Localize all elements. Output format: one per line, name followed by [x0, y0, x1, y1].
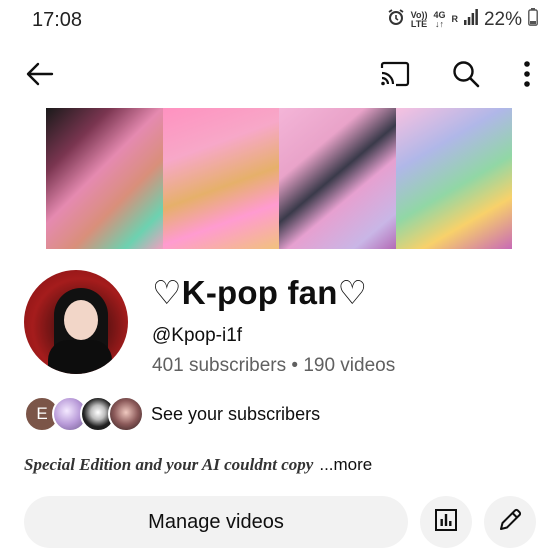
- more-vert-icon[interactable]: [505, 52, 549, 96]
- search-icon[interactable]: [444, 52, 488, 96]
- channel-name: ♡K-pop fan♡: [152, 274, 368, 311]
- cast-icon[interactable]: [373, 52, 417, 96]
- see-subscribers-link[interactable]: See your subscribers: [151, 404, 320, 425]
- battery-percentage: 22%: [483, 8, 522, 30]
- signal-icon: [463, 9, 478, 30]
- channel-handle: @Kpop-i1f: [152, 325, 243, 346]
- banner-photo: [46, 108, 163, 249]
- more-link[interactable]: ...more: [319, 455, 372, 474]
- alarm-icon: [387, 8, 405, 31]
- battery-icon: [528, 8, 538, 31]
- analytics-button[interactable]: [420, 496, 472, 548]
- back-arrow-icon[interactable]: [18, 52, 62, 96]
- edit-button[interactable]: [484, 496, 536, 548]
- avatar-dress: [48, 340, 112, 374]
- avatar-face: [64, 300, 98, 340]
- channel-banner: [46, 108, 512, 249]
- channel-stats: 401 subscribers • 190 videos: [152, 355, 396, 376]
- banner-photo: [395, 108, 512, 249]
- roaming-indicator: R: [451, 14, 458, 24]
- analytics-icon: [434, 508, 458, 537]
- channel-avatar[interactable]: [24, 270, 128, 374]
- edit-icon: [497, 507, 523, 538]
- manage-videos-button[interactable]: Manage videos: [24, 496, 408, 548]
- status-time: 17:08: [32, 9, 83, 31]
- status-bar: 17:08 Vo)) LTE 4G ↓↑ R 22%: [0, 0, 560, 40]
- volte-indicator: Vo)) LTE: [410, 9, 428, 29]
- network-indicator: 4G ↓↑: [433, 9, 446, 29]
- channel-description[interactable]: Special Edition and your AI couldnt copy…: [24, 455, 372, 475]
- top-app-bar: [0, 50, 560, 98]
- description-text: Special Edition and your AI couldnt copy: [24, 455, 314, 474]
- subscriber-avatar: [108, 396, 144, 432]
- banner-photo: [279, 108, 396, 249]
- subscriber-avatars[interactable]: E: [24, 396, 144, 432]
- banner-photo: [162, 108, 279, 249]
- status-icons: Vo)) LTE 4G ↓↑ R 22%: [387, 8, 538, 31]
